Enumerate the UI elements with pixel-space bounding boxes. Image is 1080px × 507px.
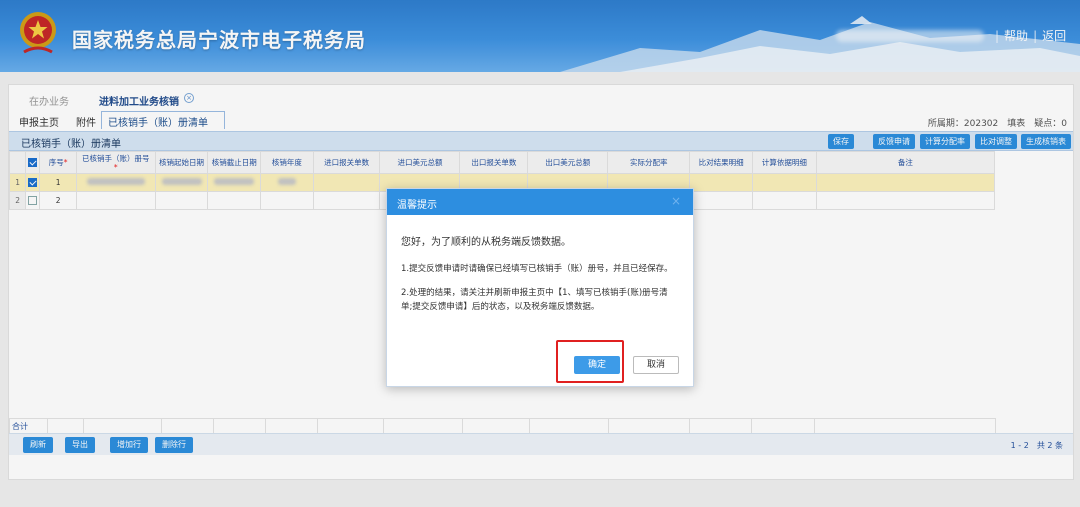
dialog-title: 温馨提示 — [397, 200, 437, 211]
dialog-body: 您好，为了顺利的从税务端反馈数据。 1.提交反馈申请时请确保已经填写已核销手（账… — [387, 215, 693, 314]
dialog-header: 温馨提示 × — [387, 189, 693, 215]
highlight-box — [556, 340, 624, 383]
cancel-button[interactable]: 取消 — [633, 356, 679, 374]
tip-dialog: 温馨提示 × 您好，为了顺利的从税务端反馈数据。 1.提交反馈申请时请确保已经填… — [386, 188, 694, 387]
close-icon[interactable]: × — [671, 194, 681, 208]
dialog-item-1: 1.提交反馈申请时请确保已经填写已核销手（账）册号，并且已经保存。 — [401, 264, 673, 274]
dialog-item-2: 2.处理的结果，请关注并刷新申报主页中【1、填写已核销手(账)册号清单;提交反馈… — [401, 288, 668, 312]
dialog-greeting: 您好，为了顺利的从税务端反馈数据。 — [401, 237, 571, 248]
